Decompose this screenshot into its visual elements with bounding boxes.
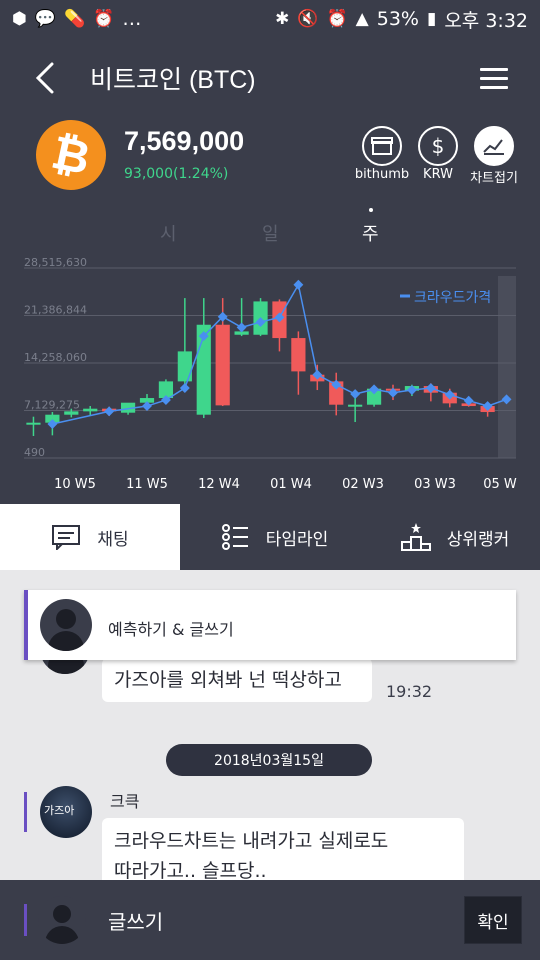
alarm-icon: ⏰ [93, 9, 115, 29]
composer-marker [24, 904, 27, 936]
candle-body [291, 338, 306, 372]
active-period-dot [369, 208, 373, 212]
price-chart[interactable]: 28,515,63021,386,84414,258,0607,129,2754… [0, 248, 540, 500]
collapse-chart-button[interactable] [474, 126, 514, 166]
x-tick-label: 02 W3 [342, 477, 384, 492]
composer-bar: 글쓰기 확인 [0, 880, 540, 960]
battery-icon: ▮ [426, 9, 437, 29]
confirm-button[interactable]: 확인 [464, 896, 522, 944]
write-input[interactable]: 글쓰기 [108, 906, 163, 935]
x-tick-label: 12 W4 [198, 477, 240, 492]
period-day-tab[interactable]: 일 [262, 220, 279, 246]
hamburger-menu-icon[interactable] [480, 68, 508, 90]
crowd-price-point [350, 389, 361, 399]
y-tick-label: 28,515,630 [24, 256, 87, 269]
status-right: ✱ 🔇 ⏰ ▲ 53% ▮ 오후 3:32 [275, 6, 528, 33]
crowd-price-point [236, 322, 247, 333]
candle-body [348, 404, 363, 407]
date-divider: 2018년03월15일 [166, 744, 372, 776]
crowd-price-point [293, 279, 304, 290]
chat-icon [52, 525, 81, 550]
chat-area[interactable]: 가즈아를 외쳐봐 넌 떡상하고 19:32 예측하기 & 글쓰기 2018년03… [0, 570, 540, 880]
message-time: 19:32 [386, 682, 433, 701]
chart-icon [483, 139, 504, 155]
mute-icon: 🔇 [297, 9, 319, 29]
tab-top-rankers[interactable]: 상위랭커 [370, 504, 540, 570]
page-title: 비트코인 (BTC) [90, 66, 256, 94]
y-tick-label: 14,258,060 [24, 351, 87, 364]
predict-write-card[interactable]: 예측하기 & 글쓰기 [24, 590, 516, 660]
list-icon [221, 524, 248, 550]
predict-write-label: 예측하기 & 글쓰기 [108, 620, 234, 639]
section-tabs: 채팅 타임라인 상위랭커 [0, 504, 540, 570]
user-avatar[interactable]: 가즈아 [40, 786, 92, 838]
status-more: … [122, 8, 142, 30]
bitcoin-logo-icon: ₿ [29, 113, 113, 197]
period-hour-tab[interactable]: 시 [160, 220, 177, 246]
crowd-price-point [179, 383, 190, 393]
back-arrow-icon[interactable] [30, 62, 60, 94]
message-bubble: 가즈아를 외쳐봐 넌 떡상하고 [102, 658, 372, 702]
legend-label: 크라우드가격 [414, 290, 491, 306]
avatar [38, 896, 86, 944]
x-tick-label: 03 W3 [414, 477, 456, 492]
avatar-text: 가즈아 [44, 804, 75, 817]
status-bar: ⬢ 💬 💊 ⏰ … ✱ 🔇 ⏰ ▲ 53% ▮ 오후 3:32 [0, 0, 540, 38]
price-change: 93,000(1.24%) [124, 166, 229, 182]
current-price: 7,569,000 [124, 126, 245, 156]
app-icon: ⬢ [12, 9, 27, 29]
currency-button[interactable]: $ [418, 126, 458, 166]
dollar-icon: $ [431, 134, 445, 158]
message-line: 따라가고.. 슬프당.. [114, 860, 267, 880]
x-tick-label: 10 W5 [54, 477, 96, 492]
x-tick-label: 01 W4 [270, 477, 312, 492]
tab-timeline-label: 타임라인 [265, 529, 329, 550]
candle-body [26, 422, 41, 425]
chart-current-strip [498, 276, 516, 458]
candle-body [215, 324, 230, 406]
message-username: 크큭 [110, 792, 140, 811]
clock: 오후 3:32 [444, 9, 528, 32]
x-tick-label: 05 W [483, 477, 517, 492]
avatar [40, 599, 92, 651]
lte-signal-icon: ▲ [355, 9, 369, 29]
y-tick-label: 21,386,844 [24, 304, 87, 317]
tab-chat[interactable]: 채팅 [0, 504, 180, 570]
message-bubble: 크라우드차트는 내려가고 실제로도 따라가고.. 슬프당.. [102, 818, 464, 880]
period-week-tab[interactable]: 주 [362, 220, 379, 246]
status-left: ⬢ 💬 💊 ⏰ … [12, 8, 141, 30]
candle-body [177, 351, 192, 382]
podium-icon [400, 523, 431, 551]
alarm-icon: ⏰ [326, 9, 348, 29]
store-icon [371, 137, 393, 155]
tab-top-rankers-label: 상위랭커 [446, 529, 510, 550]
y-tick-label: 490 [24, 446, 45, 459]
message-line: 크라우드차트는 내려가고 실제로도 [114, 830, 389, 852]
tab-chat-label: 채팅 [97, 529, 129, 550]
candle-body [64, 411, 79, 415]
app-header: 비트코인 (BTC) [0, 40, 540, 116]
user-marker [24, 792, 27, 832]
battery-level: 53% [376, 8, 419, 30]
exchange-button[interactable] [362, 126, 402, 166]
collapse-chart-label: 차트접기 [470, 171, 518, 186]
x-tick-label: 11 W5 [126, 477, 168, 492]
candle-body [83, 408, 98, 412]
kakaotalk-icon: 💬 [34, 9, 57, 29]
bluetooth-icon: ✱ [275, 9, 290, 29]
crowd-price-point [104, 406, 115, 417]
tab-timeline[interactable]: 타임라인 [190, 504, 360, 570]
pill-icon: 💊 [64, 9, 86, 29]
